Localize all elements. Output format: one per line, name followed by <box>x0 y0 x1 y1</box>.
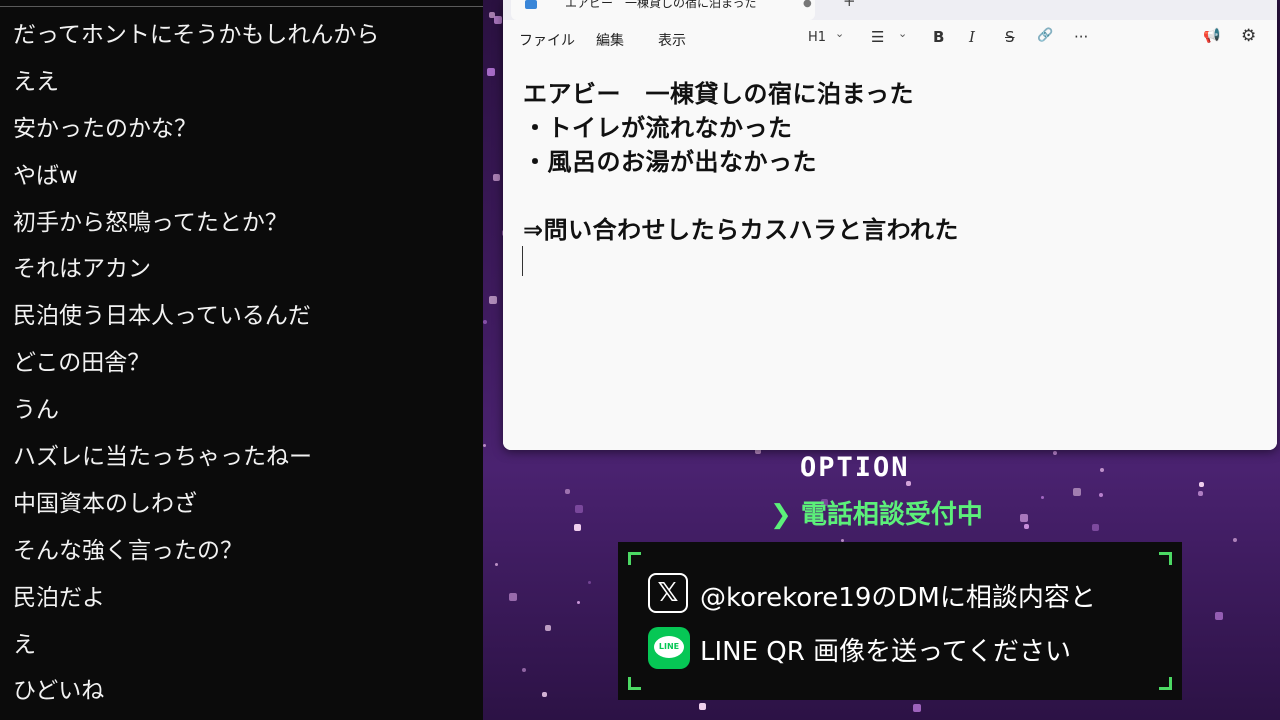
gear-icon[interactable]: ⚙ <box>1241 26 1256 46</box>
sakura-petal <box>574 524 581 531</box>
chat-message: それはアカン <box>13 256 151 283</box>
sakura-petal <box>1099 493 1103 497</box>
editor-area[interactable]: エアビー 一棟貸しの宿に泊まった ・トイレが流れなかった ・風呂のお湯が出なかっ… <box>503 70 1277 450</box>
chat-message: ひどいね <box>13 678 105 705</box>
sakura-petal <box>494 16 502 24</box>
sakura-petal <box>1215 612 1223 620</box>
sakura-petal <box>565 489 570 494</box>
chat-message-list: だってホントにそうかもしれんから ええ 安かったのかな？ やばw 初手から怒鳴っ… <box>13 18 379 720</box>
tab-title: エアビー 一棟貸しの宿に泊まった <box>565 0 757 10</box>
editor-line: ・風呂のお湯が出なかった <box>523 148 817 176</box>
corner-bracket <box>1159 552 1172 565</box>
sakura-petal <box>1041 496 1044 499</box>
sakura-petal <box>483 444 486 447</box>
sakura-petal <box>493 174 500 181</box>
menu-edit[interactable]: 編集 <box>596 30 624 50</box>
sakura-petal <box>483 320 487 324</box>
phone-consult-label: ❯ 電話相談受付中 <box>770 500 983 530</box>
bold-button[interactable]: B <box>933 28 944 46</box>
contact-box: 𝕏 @korekore19のDMに相談内容と LINE LINE QR 画像を送… <box>618 542 1182 700</box>
link-icon[interactable]: 🔗 <box>1037 28 1053 43</box>
sakura-petal <box>522 668 526 672</box>
new-tab-button[interactable]: + <box>843 0 856 10</box>
editor-line: ・トイレが流れなかった <box>523 114 793 142</box>
sakura-petal <box>1053 451 1057 455</box>
sakura-petal <box>1233 538 1237 542</box>
sakura-petal <box>1020 514 1028 522</box>
copilot-icon[interactable]: 📢 <box>1203 28 1220 44</box>
editor-line: ⇒問い合わせしたらカスハラと言われた <box>523 216 959 244</box>
sakura-petal <box>542 692 547 697</box>
sakura-petal <box>1198 491 1203 496</box>
tab-bar: エアビー 一棟貸しの宿に泊まった ● + <box>503 0 1277 20</box>
chat-message: やばw <box>13 162 78 189</box>
notepad-window: エアビー 一棟貸しの宿に泊まった ● + ファイル 編集 表示 H1 ⌄ ☰ ⌄… <box>503 0 1277 450</box>
chat-panel: だってホントにそうかもしれんから ええ 安かったのかな？ やばw 初手から怒鳴っ… <box>0 0 483 720</box>
chat-message: 初手から怒鳴ってたとか？ <box>13 209 288 236</box>
x-logo-icon: 𝕏 <box>648 573 688 613</box>
more-icon[interactable]: ··· <box>1074 28 1088 46</box>
sakura-petal <box>509 593 517 601</box>
chat-message: そんな強く言ったの？ <box>13 537 243 564</box>
sakura-petal <box>1073 488 1081 496</box>
chat-message: うん <box>13 397 59 424</box>
corner-bracket <box>1159 677 1172 690</box>
chat-message: 民泊使う日本人っているんだ <box>13 303 311 330</box>
unsaved-dot-icon[interactable]: ● <box>803 0 812 9</box>
chevron-down-icon[interactable]: ⌄ <box>898 27 907 40</box>
tab-document[interactable]: エアビー 一棟貸しの宿に泊まった ● <box>511 0 815 20</box>
sakura-petal <box>577 601 580 604</box>
chat-message: だってホントにそうかもしれんから <box>13 22 380 48</box>
x-contact-text: @korekore19のDMに相談内容と <box>700 583 1096 613</box>
heading-button[interactable]: H1 <box>808 30 826 45</box>
list-icon[interactable]: ☰ <box>871 28 884 46</box>
sakura-petal <box>489 296 497 304</box>
option-title: OPTION <box>800 452 910 483</box>
menu-bar: ファイル 編集 表示 H1 ⌄ ☰ ⌄ B I S 🔗 ··· 📢 ⚙ <box>503 22 1277 56</box>
italic-button[interactable]: I <box>969 28 975 46</box>
sakura-petal <box>1092 524 1099 531</box>
sakura-petal <box>1024 524 1029 529</box>
sakura-petal <box>495 563 498 566</box>
sakura-petal <box>545 625 551 631</box>
chat-message: 民泊だよ <box>13 584 105 611</box>
chat-message: え <box>13 631 36 658</box>
menu-file[interactable]: ファイル <box>519 30 575 50</box>
editor-line: エアビー 一棟貸しの宿に泊まった <box>523 80 915 108</box>
sakura-petal <box>1199 482 1204 487</box>
chat-message: ハズレに当たっちゃったねー <box>13 444 312 471</box>
strikethrough-button[interactable]: S <box>1005 28 1015 46</box>
chat-message: ええ <box>13 68 59 95</box>
text-caret <box>522 246 523 276</box>
line-logo-icon: LINE <box>648 627 690 669</box>
chat-message: 中国資本のしわざ <box>13 490 197 517</box>
sakura-petal <box>588 581 591 584</box>
chevron-down-icon[interactable]: ⌄ <box>835 27 844 40</box>
chat-message: どこの田舎？ <box>13 350 151 377</box>
line-logo-label: LINE <box>654 636 684 658</box>
sakura-petal <box>699 703 706 710</box>
chat-message: 安かったのかな？ <box>13 115 197 142</box>
sakura-petal <box>1100 468 1104 472</box>
corner-bracket <box>628 552 641 565</box>
notepad-icon <box>525 0 537 9</box>
chat-divider <box>0 6 483 7</box>
line-contact-text: LINE QR 画像を送ってください <box>700 637 1072 667</box>
sakura-petal <box>913 704 921 712</box>
menu-view[interactable]: 表示 <box>658 30 686 50</box>
sakura-petal <box>487 68 495 76</box>
corner-bracket <box>628 677 641 690</box>
sakura-petal <box>575 505 583 513</box>
